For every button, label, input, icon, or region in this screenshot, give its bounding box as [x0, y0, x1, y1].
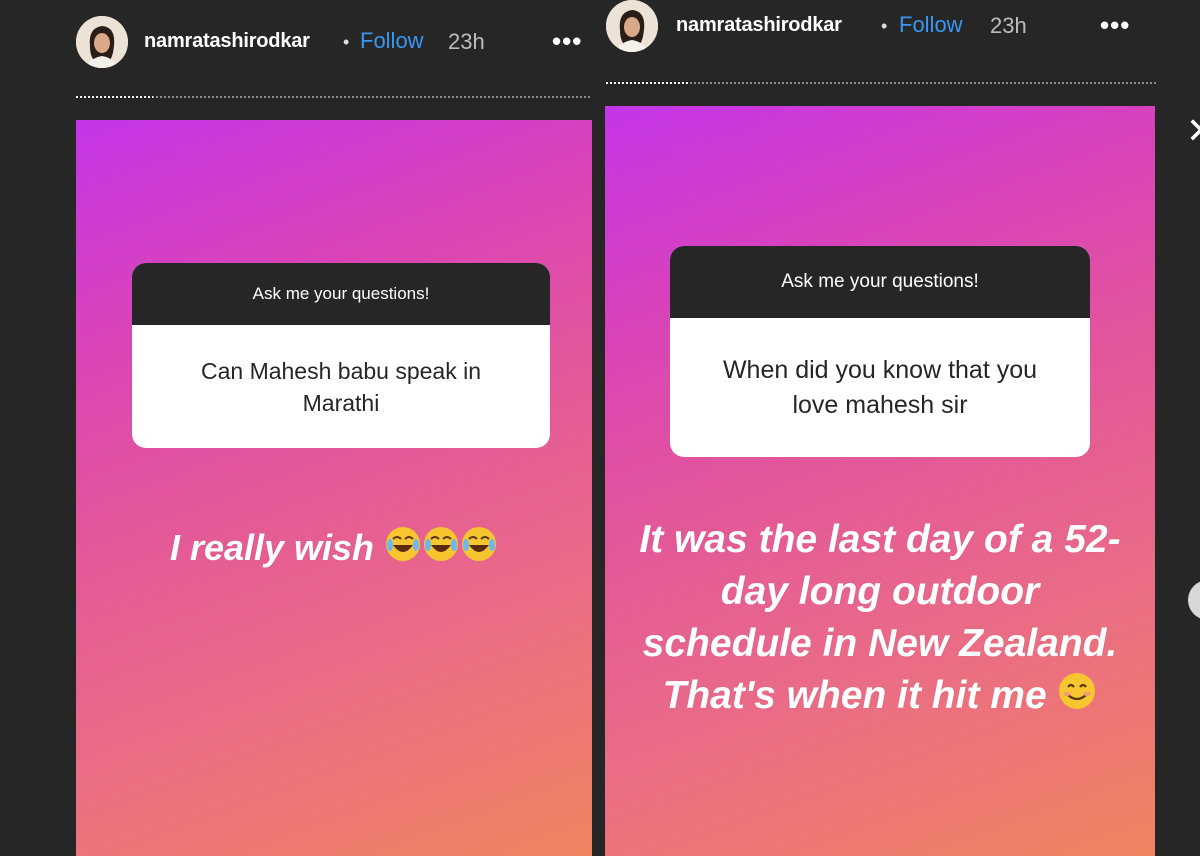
avatar[interactable]	[76, 16, 128, 68]
right-story-panel: namratashirodkar • Follow 23h ••• Ask me…	[598, 0, 1200, 856]
tears-of-joy-icon	[460, 525, 498, 575]
smiling-face-icon	[1057, 671, 1097, 725]
close-icon[interactable]: ✕	[1186, 110, 1200, 152]
question-sticker: Ask me your questions! When did you know…	[670, 246, 1090, 457]
story-content[interactable]: Ask me your questions! When did you know…	[605, 106, 1155, 856]
question-prompt: Ask me your questions!	[132, 263, 550, 325]
question-prompt: Ask me your questions!	[670, 246, 1090, 318]
tears-of-joy-icon	[422, 525, 460, 575]
answer-text: I really wish	[169, 527, 375, 568]
story-progress-bar	[76, 96, 590, 98]
avatar-icon	[606, 0, 658, 52]
story-progress-bar	[606, 82, 1156, 84]
answer-text: It was the last day of a 52-day long out…	[639, 518, 1121, 717]
tears-of-joy-icon	[384, 525, 422, 575]
username[interactable]: namratashirodkar	[144, 30, 310, 53]
question-sticker: Ask me your questions! Can Mahesh babu s…	[132, 263, 550, 448]
story-header: namratashirodkar • Follow 23h •••	[598, 0, 1200, 90]
question-text: When did you know that you love mahesh s…	[722, 355, 1038, 419]
timestamp: 23h	[990, 13, 1027, 38]
timestamp: 23h	[448, 29, 485, 54]
more-options-icon[interactable]: •••	[1100, 10, 1130, 41]
separator-dot: •	[343, 32, 350, 52]
answer-text-block: I really wish	[76, 524, 592, 575]
question-text: Can Mahesh babu speak in Marathi	[200, 357, 482, 416]
story-content[interactable]: Ask me your questions! Can Mahesh babu s…	[76, 120, 592, 856]
story-header: namratashirodkar • Follow 23h •••	[0, 0, 598, 98]
avatar-icon	[76, 16, 128, 68]
story-progress-fill	[606, 82, 689, 84]
separator-dot: •	[881, 16, 888, 36]
follow-button[interactable]: Follow	[360, 28, 424, 54]
username[interactable]: namratashirodkar	[676, 14, 842, 37]
follow-button[interactable]: Follow	[899, 12, 963, 38]
avatar[interactable]	[606, 0, 658, 52]
more-options-icon[interactable]: •••	[552, 26, 582, 57]
story-progress-fill	[76, 96, 154, 98]
left-story-panel: namratashirodkar • Follow 23h ••• Ask me…	[0, 0, 598, 856]
answer-text-block: It was the last day of a 52-day long out…	[635, 514, 1125, 725]
